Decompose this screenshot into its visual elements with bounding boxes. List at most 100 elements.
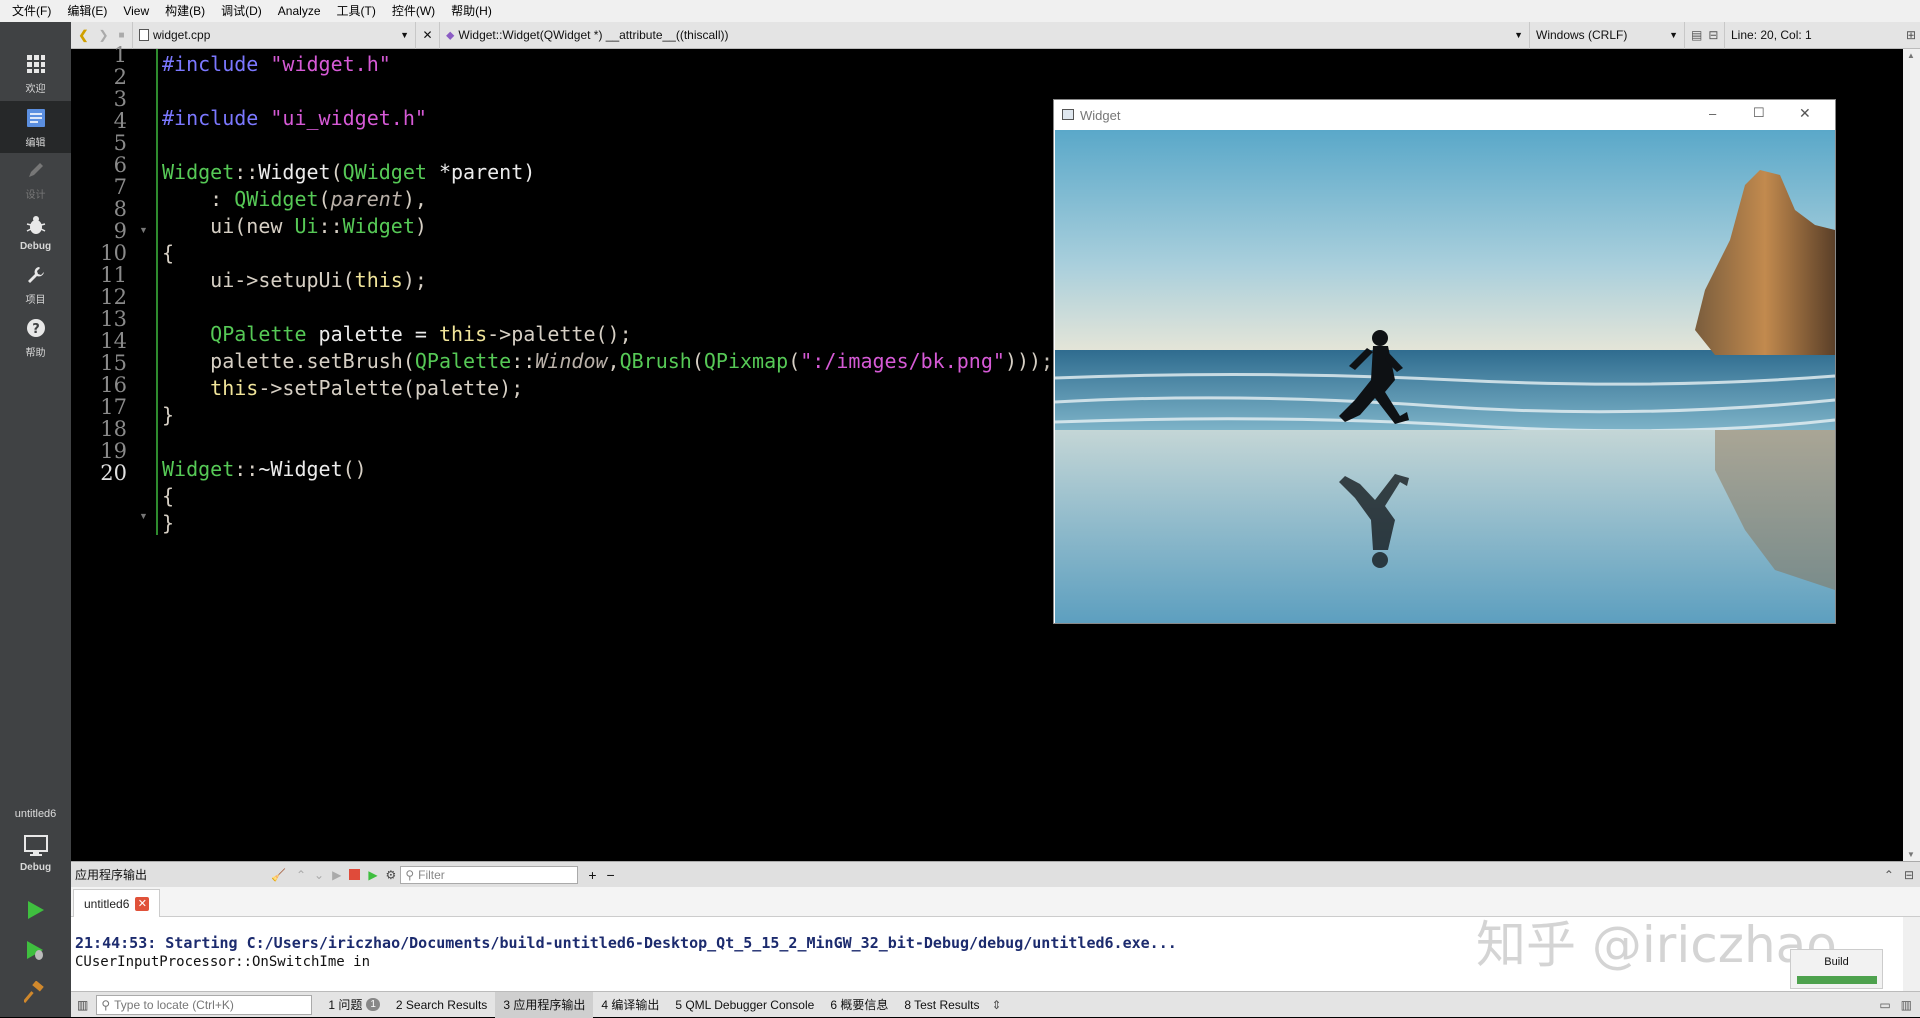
sidebar-toggle-icon[interactable]: ▥: [77, 998, 88, 1012]
output-toggle-icon[interactable]: ▥: [1901, 998, 1912, 1012]
line-number: 18: [100, 417, 127, 441]
more-tabs-icon[interactable]: ⇕: [991, 998, 1001, 1012]
forward-icon[interactable]: ❯: [98, 28, 108, 42]
menu-edit[interactable]: 编辑(E): [59, 0, 115, 22]
symbol-selector[interactable]: ⬥ Widget::Widget(QWidget *) __attribute_…: [440, 21, 1530, 49]
kit-project-name: untitled6: [14, 808, 57, 820]
menu-debug[interactable]: 调试(D): [213, 0, 270, 22]
line-number: 3: [113, 87, 127, 111]
debug-run-button[interactable]: [20, 936, 50, 966]
maximize-pane-icon[interactable]: ⌃: [1884, 868, 1894, 882]
menu-analyze[interactable]: Analyze: [270, 0, 329, 22]
cursor-position[interactable]: Line: 20, Col: 1: [1725, 22, 1865, 49]
split-icon[interactable]: ⊟: [1708, 28, 1718, 42]
close-button[interactable]: ✕: [1799, 105, 1811, 122]
output-scrollbar[interactable]: [1903, 917, 1920, 991]
build-button[interactable]: [20, 978, 50, 1008]
widget-window[interactable]: Widget – ☐ ✕: [1053, 99, 1836, 624]
split-buttons: ⊞: [1906, 28, 1920, 42]
run-button[interactable]: [20, 896, 50, 926]
line-number: 9: [113, 219, 127, 243]
mode-help[interactable]: ? 帮助: [0, 311, 71, 363]
filter-input[interactable]: ⚲ Filter: [400, 865, 579, 884]
tab-application-output[interactable]: 3 应用程序输出: [495, 991, 594, 1018]
back-icon[interactable]: ❮: [78, 28, 88, 42]
mode-edit-label: 编辑: [25, 138, 46, 149]
scroll-up-icon[interactable]: ▲: [1907, 51, 1915, 60]
maximize-button[interactable]: ☐: [1753, 105, 1765, 121]
fold-marker-icon[interactable]: ▼: [139, 225, 148, 235]
line-number: 13: [100, 307, 127, 331]
editor-scrollbar[interactable]: ▲ ▼: [1903, 49, 1920, 861]
line-number: 11: [100, 263, 127, 287]
menu-tools[interactable]: 工具(T): [329, 0, 384, 22]
token-keyword: this: [210, 376, 259, 400]
close-pane-icon[interactable]: ⊟: [1904, 868, 1914, 882]
clear-icon[interactable]: 🧹: [271, 868, 286, 882]
build-progress: Build: [1790, 949, 1883, 989]
tab-close-button[interactable]: ✕: [135, 896, 150, 911]
down-arrow-icon[interactable]: ⌄: [314, 868, 324, 882]
kit-selector[interactable]: Debug: [0, 827, 71, 879]
split-horizontal-icon[interactable]: ⊞: [1906, 28, 1916, 42]
play-icon: [24, 899, 46, 924]
up-arrow-icon[interactable]: ⌃: [296, 868, 306, 882]
tab-search-results[interactable]: 2 Search Results: [388, 992, 495, 1018]
line-number: 10: [100, 241, 127, 265]
token-sep: ::: [511, 349, 536, 373]
cpp-file-icon: [139, 29, 149, 41]
mode-projects[interactable]: 项目: [0, 258, 71, 310]
menu-widgets[interactable]: 控件(W): [384, 0, 443, 22]
file-selector[interactable]: widget.cpp ▼: [133, 21, 416, 49]
output-tab-untitled6[interactable]: untitled6 ✕: [73, 889, 161, 917]
menu-build[interactable]: 构建(B): [157, 0, 213, 22]
tab-issues[interactable]: 1 问题 1: [320, 992, 388, 1018]
zoom-out-icon[interactable]: −: [607, 867, 615, 883]
widget-titlebar[interactable]: Widget – ☐ ✕: [1054, 100, 1835, 130]
tab-general-messages[interactable]: 6 概要信息: [822, 992, 896, 1018]
minimize-button[interactable]: –: [1709, 106, 1716, 121]
bug-icon: [23, 212, 49, 238]
mode-edit[interactable]: 编辑: [0, 101, 71, 153]
mode-design[interactable]: 设计: [0, 153, 71, 205]
zoom-in-icon[interactable]: +: [588, 867, 596, 883]
token-class: Widget: [162, 160, 235, 184]
token-function: Widget: [258, 160, 331, 184]
tab-compile-output[interactable]: 4 编译输出: [593, 992, 667, 1018]
tab-test-results[interactable]: 8 Test Results: [896, 992, 987, 1018]
token-enum: Window: [535, 349, 608, 373]
encoding-selector[interactable]: Windows (CRLF) ▼: [1530, 21, 1685, 49]
mode-debug[interactable]: Debug: [0, 206, 71, 258]
menu-view[interactable]: View: [115, 0, 157, 22]
line-number: 15: [100, 351, 127, 375]
code-line: QPalette palette = this->palette();: [162, 321, 631, 348]
token-text: *parent): [426, 160, 536, 184]
line-number: 12: [100, 285, 127, 309]
tab-qml-debugger[interactable]: 5 QML Debugger Console: [667, 992, 822, 1018]
settings-icon[interactable]: ⚙: [386, 868, 397, 882]
progress-toggle-icon[interactable]: ▭: [1879, 998, 1890, 1012]
fold-marker-icon[interactable]: ▼: [139, 511, 148, 521]
line-number-gutter: 1 2 3 4 5 6 7 8 9 10 11 12 13 14 15 16 1…: [71, 43, 159, 861]
scroll-down-icon[interactable]: ▼: [1907, 850, 1915, 859]
output-tab-label: untitled6: [84, 896, 130, 911]
token-type: QBrush: [619, 349, 692, 373]
outline-icon[interactable]: ▤: [1691, 28, 1702, 42]
menu-help[interactable]: 帮助(H): [443, 0, 500, 22]
output-line: CUserInputProcessor::OnSwitchIme in: [75, 954, 371, 970]
lock-icon: ■: [118, 29, 125, 41]
token-string: ":/images/bk.png": [800, 349, 1005, 373]
mode-welcome[interactable]: 欢迎: [0, 47, 71, 99]
menu-file[interactable]: 文件(F): [4, 0, 59, 22]
attach-debugger-icon[interactable]: ▶: [368, 868, 377, 882]
output-line: 21:44:53: Starting C:/Users/iriczhao/Doc…: [75, 934, 1177, 952]
stop-icon[interactable]: [349, 869, 361, 880]
mode-debug-label: Debug: [19, 241, 52, 252]
close-file-button[interactable]: ✕: [416, 21, 440, 49]
token-punct: (: [330, 160, 343, 184]
code-line: Widget::~Widget(): [162, 456, 367, 483]
token-text: (): [342, 457, 367, 481]
locator-input[interactable]: ⚲ Type to locate (Ctrl+K): [96, 994, 313, 1015]
chevron-down-icon: ▼: [400, 30, 409, 40]
rerun-icon[interactable]: ▶: [332, 868, 341, 882]
